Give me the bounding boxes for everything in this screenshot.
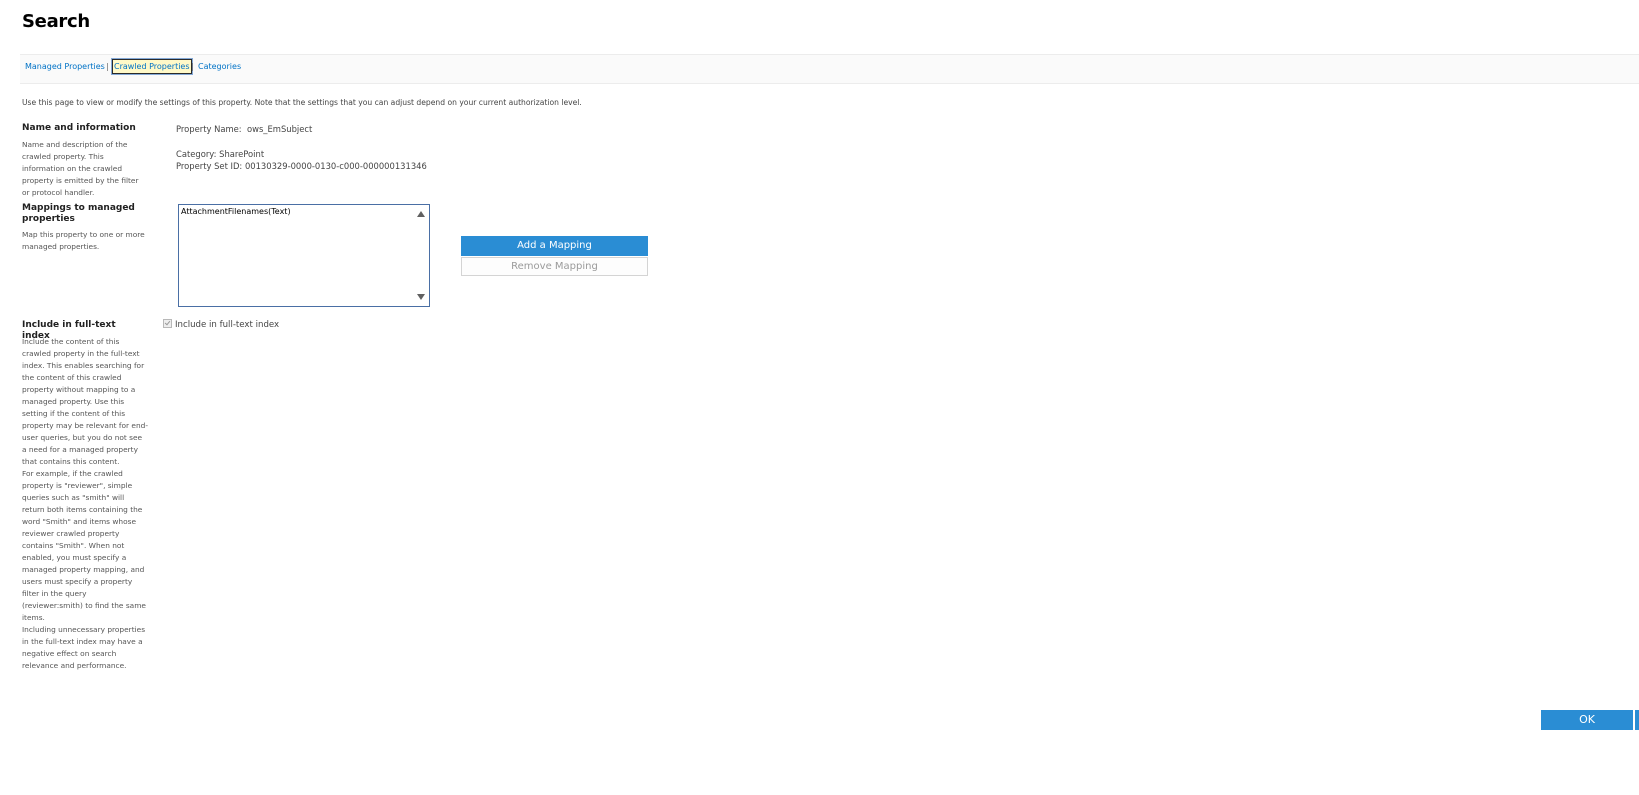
listbox-scrollbar[interactable]: [413, 205, 429, 306]
remove-mapping-button[interactable]: Remove Mapping: [461, 257, 648, 276]
property-set-value: 00130329-0000-0130-c000-000000131346: [244, 161, 427, 171]
property-set-label: Property Set ID:: [176, 161, 243, 171]
page-title: Search: [22, 11, 90, 32]
property-name-value: ows_EmSubject: [246, 124, 313, 134]
category-value: SharePoint: [219, 149, 265, 159]
fulltext-desc-paragraph: Include the content of this crawled prop…: [22, 337, 148, 466]
add-mapping-button[interactable]: Add a Mapping: [461, 236, 648, 256]
mappings-listbox[interactable]: AttachmentFilenames(Text): [178, 204, 430, 307]
fulltext-checkbox-row[interactable]: Include in full-text index: [163, 319, 280, 330]
intro-text: Use this page to view or modify the sett…: [22, 98, 582, 107]
tab-categories[interactable]: Categories: [198, 62, 241, 71]
fulltext-checkbox-label: Include in full-text index: [175, 320, 280, 330]
tab-separator: |: [106, 62, 109, 71]
property-name-label: Property Name:: [176, 124, 242, 134]
mappings-title: Mappings to managed properties: [22, 203, 135, 224]
mappings-description: Map this property to one or more managed…: [22, 230, 145, 251]
fulltext-checkbox[interactable]: [163, 319, 172, 328]
tab-bar: Managed Properties | Crawled Properties …: [20, 54, 1639, 84]
name-info-description: Name and description of the crawled prop…: [22, 140, 139, 197]
ok-button[interactable]: OK: [1541, 710, 1633, 730]
scroll-down-icon[interactable]: [417, 294, 425, 300]
fulltext-desc-paragraph: For example, if the crawled property is …: [22, 469, 146, 622]
category-row: Category: SharePoint: [176, 149, 264, 159]
tab-separator: |: [191, 62, 194, 71]
name-info-title: Name and information: [22, 123, 136, 133]
mapping-option[interactable]: AttachmentFilenames(Text): [181, 207, 291, 216]
tab-managed-properties[interactable]: Managed Properties: [25, 62, 105, 71]
property-set-row: Property Set ID: 00130329-0000-0130-c000…: [176, 161, 427, 171]
scroll-up-icon[interactable]: [417, 211, 425, 217]
property-name-row: Property Name: ows_EmSubject: [176, 124, 312, 134]
fulltext-desc-paragraph: Including unnecessary properties in the …: [22, 625, 146, 670]
next-button-edge[interactable]: [1635, 710, 1639, 730]
fulltext-description: Include the content of this crawled prop…: [22, 336, 148, 672]
tab-crawled-properties[interactable]: Crawled Properties: [111, 58, 193, 75]
category-label: Category:: [176, 149, 217, 159]
